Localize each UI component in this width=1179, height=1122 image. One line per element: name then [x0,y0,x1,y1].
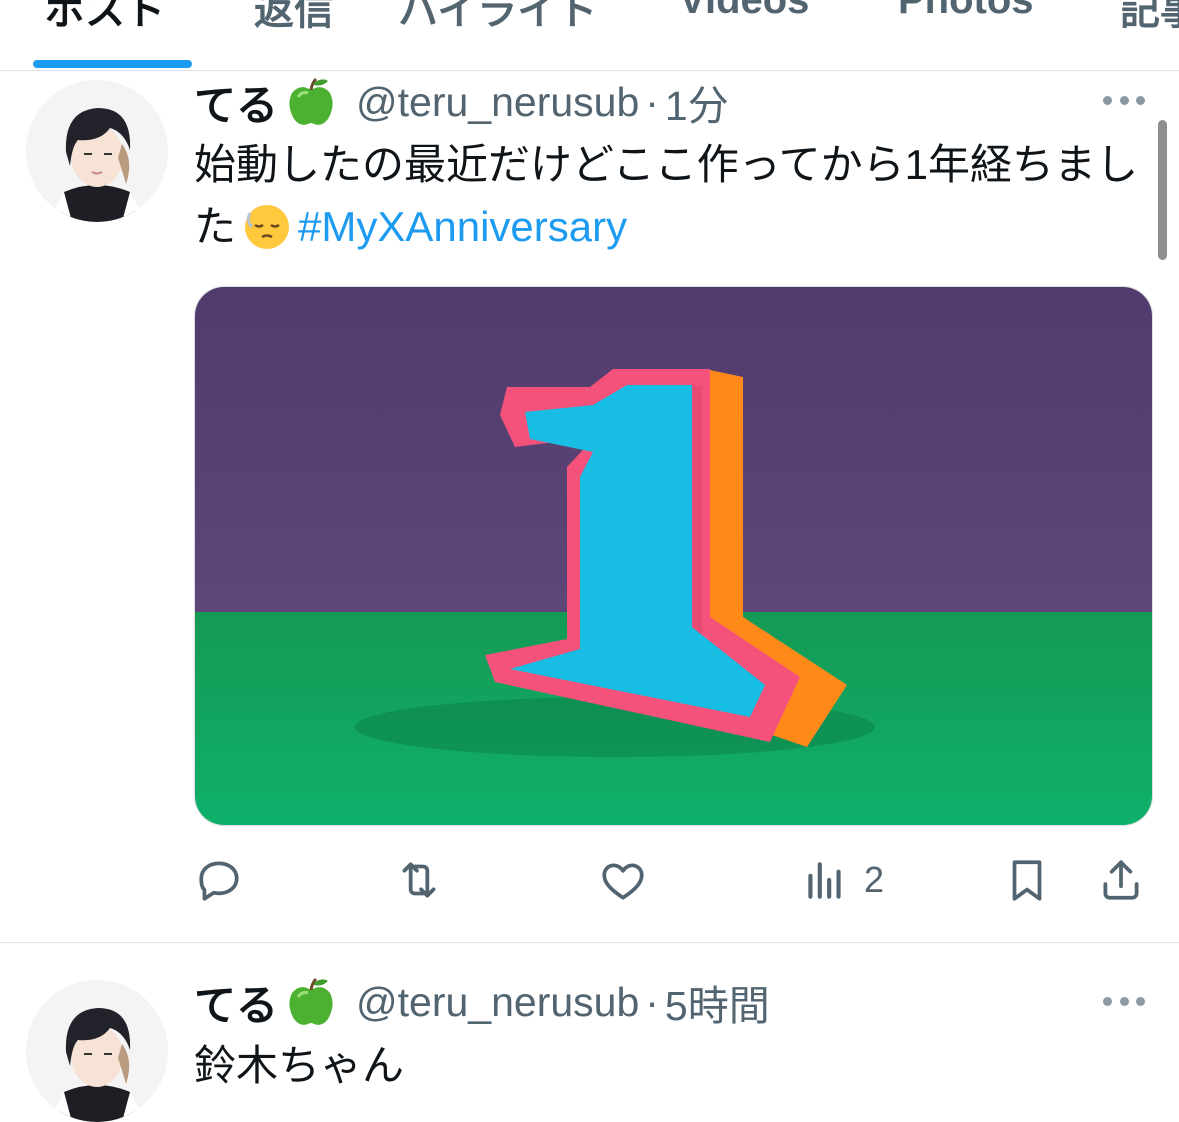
avatar[interactable] [26,980,168,1122]
tweet-text: 鈴木ちゃん [194,1035,1144,1097]
bookmark-icon [1012,860,1042,901]
bookmark-button[interactable] [1002,850,1052,910]
username[interactable]: @teru_nerusub [356,79,639,126]
tab-posts[interactable]: ポスト [45,0,165,36]
hashtag-link[interactable]: #MyXAnniversary [298,203,627,250]
tweet-text-body: 鈴木ちゃん [194,1042,405,1089]
more-options-icon[interactable] [1103,94,1145,106]
avatar[interactable] [26,80,168,222]
like-button[interactable] [598,850,648,910]
separator: · [645,978,659,1025]
heart-icon [602,863,644,900]
tab-highlights[interactable]: ハイライト [398,0,597,36]
tweet-actions: 2 [194,850,1154,910]
repost-button[interactable] [394,850,444,910]
anniversary-number-one-image[interactable] [194,286,1153,826]
active-tab-indicator [33,60,192,68]
display-name[interactable]: てる [194,72,278,133]
tab-videos[interactable]: Videos [679,0,809,23]
username[interactable]: @teru_nerusub [356,979,639,1026]
scrollbar[interactable] [1158,120,1167,260]
tab-replies[interactable]: 返信 [254,0,334,36]
timestamp[interactable]: 5時間 [665,972,770,1032]
views-button[interactable]: 2 [800,850,884,910]
share-icon [1103,860,1139,900]
separator: · [645,78,659,125]
green-apple-icon [284,975,338,1029]
views-chart-icon [808,862,841,899]
reply-icon [199,861,239,901]
reply-button[interactable] [194,850,244,910]
relieved-face-emoji [242,201,292,251]
tweet-text: 始動したの最近だけどここ作ってから1年経ちました #MyXAnniversary [194,134,1144,258]
tweet-header: てる @teru_nerusub · 1分 [194,74,729,130]
profile-tab-bar: ポスト 返信 ハイライト Videos Photos 記事 [0,0,1179,71]
tweet-divider [0,942,1179,943]
tab-articles[interactable]: 記事 [1120,0,1179,36]
share-button[interactable] [1096,850,1146,910]
tab-photos[interactable]: Photos [898,0,1034,23]
repost-icon [402,862,436,898]
tweet-header: てる @teru_nerusub · 5時間 [194,974,770,1030]
more-options-icon[interactable] [1103,995,1145,1007]
timestamp[interactable]: 1分 [665,72,729,132]
green-apple-icon [284,75,338,129]
views-count: 2 [864,859,885,900]
display-name[interactable]: てる [194,972,278,1033]
